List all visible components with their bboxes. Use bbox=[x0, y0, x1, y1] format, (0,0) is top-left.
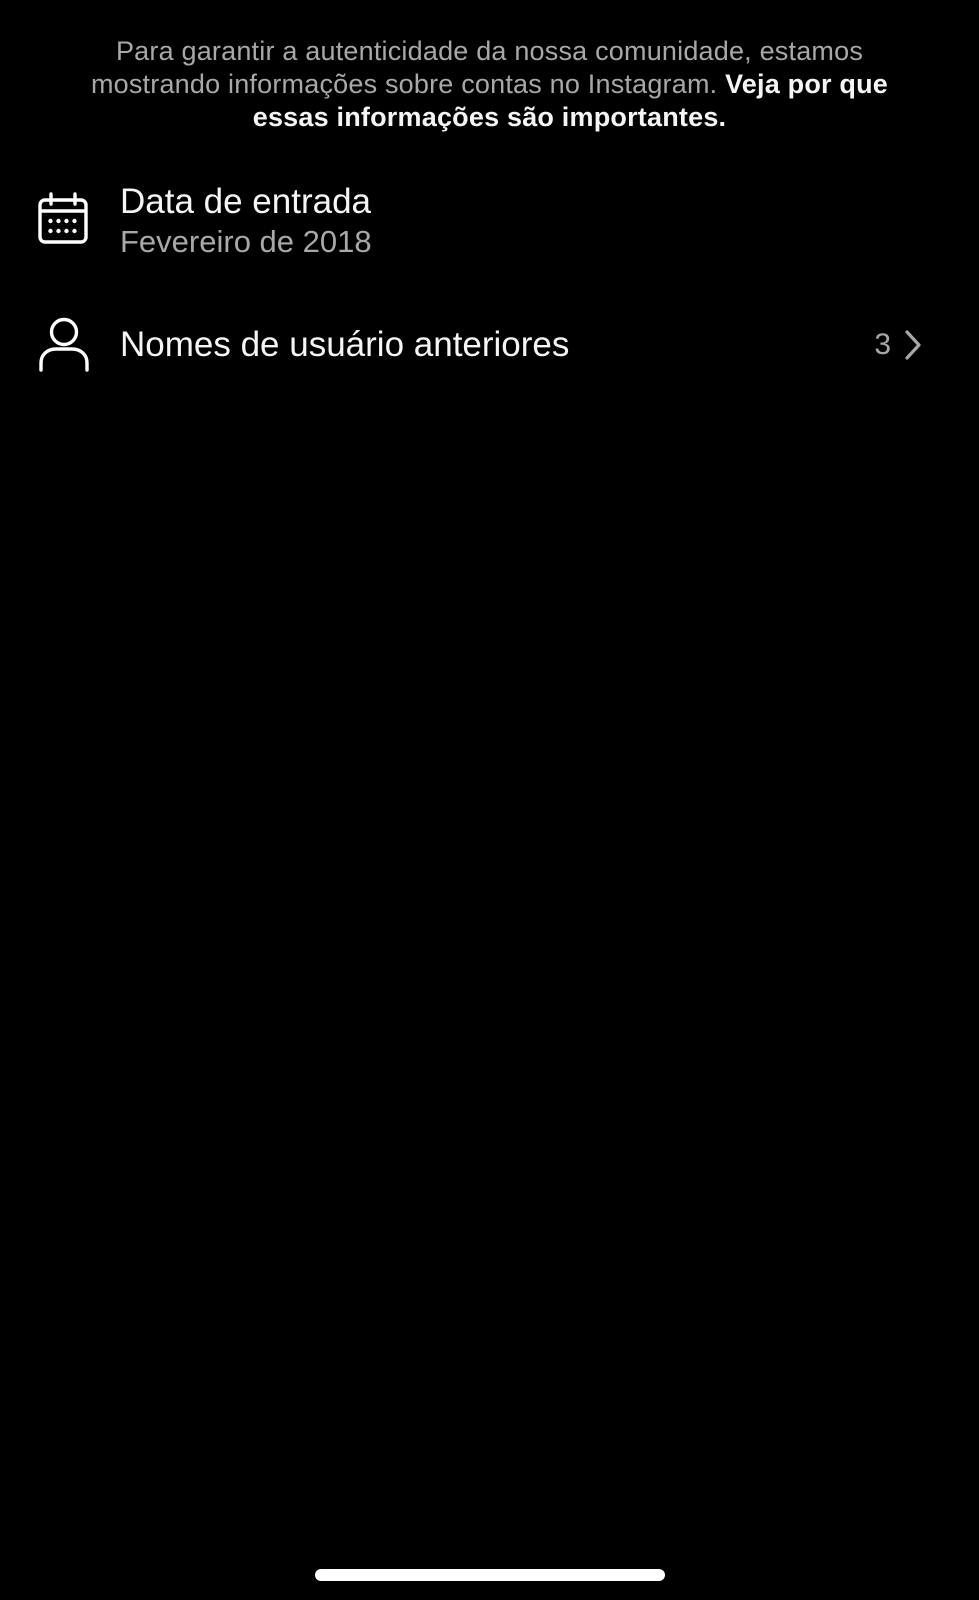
join-date-value: Fevereiro de 2018 bbox=[120, 224, 372, 259]
join-date-row: Data de entrada Fevereiro de 2018 bbox=[0, 180, 979, 270]
former-usernames-row[interactable]: Nomes de usuário anteriores 3 bbox=[0, 312, 979, 378]
calendar-icon bbox=[37, 192, 91, 246]
former-usernames-label: Nomes de usuário anteriores bbox=[120, 325, 570, 364]
former-usernames-count: 3 bbox=[874, 328, 891, 361]
chevron-right-icon bbox=[901, 328, 925, 362]
user-icon bbox=[37, 316, 91, 372]
account-info-intro: Para garantir a autenticidade da nossa c… bbox=[60, 35, 919, 134]
join-date-label: Data de entrada bbox=[120, 182, 372, 221]
home-indicator[interactable] bbox=[315, 1569, 665, 1581]
